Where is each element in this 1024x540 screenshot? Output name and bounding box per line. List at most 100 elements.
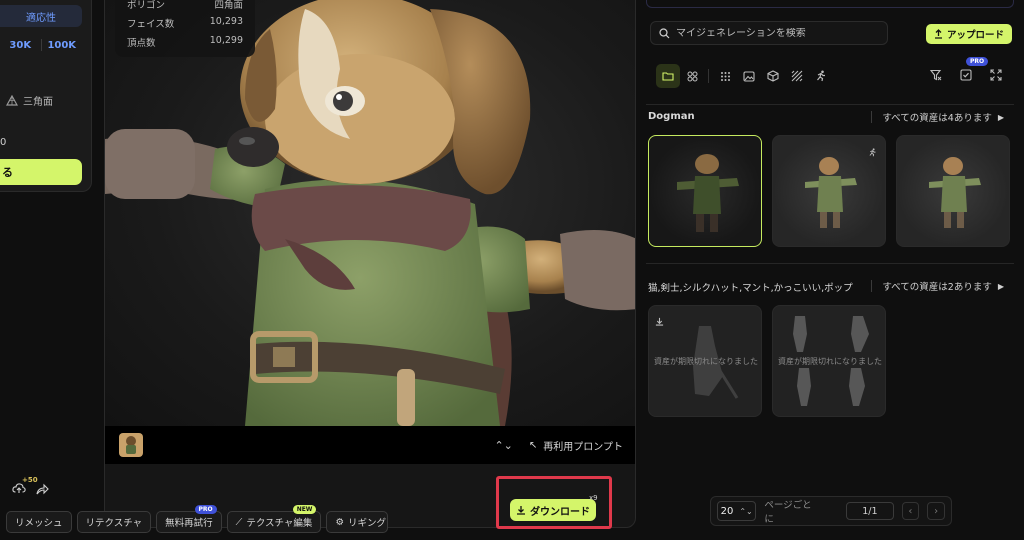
pro-badge: PRO [966,57,989,66]
top-banner-edge [646,0,1014,8]
dog-model-preview [929,157,981,228]
res-option-30k[interactable]: 30K [0,40,41,51]
triangle-option[interactable]: 三角面 [6,93,53,108]
filter-clear-icon [930,69,942,81]
next-page-button[interactable]: › [927,502,945,520]
texture-filter-button[interactable] [785,64,809,88]
credit-upload-button[interactable]: +50 [12,476,38,497]
cube-icon [767,70,779,82]
checkbox-icon [960,69,972,81]
download-icon [517,506,525,515]
upload-button[interactable]: アップロード [926,24,1012,44]
mesh-stats-panel: ポリゴン 四角面 フェイス数 10,293 頂点数 10,299 [115,0,255,57]
expired-message: 資産が期限切れになりました [778,357,882,366]
rigging-button[interactable]: ⚙ リギング [326,511,389,533]
model-actions-bar: リメッシュ リテクスチャ 無料再試行 PRO ⟋ テクスチャ編集 NEW ⚙ リ… [6,505,389,533]
expired-message: 資産が期限切れになりました [654,357,758,366]
filter-toolbar-right: PRO [924,57,1008,87]
3d-canvas[interactable]: ポリゴン 四角面 フェイス数 10,293 頂点数 10,299 [105,0,635,426]
dog-thumbnail-icon [126,436,136,454]
image-icon [743,70,755,82]
grid-icon [687,71,697,81]
see-all-link-dogman[interactable]: すべての資産は4あります ▶ [871,110,1004,124]
folder-view-button[interactable] [656,64,680,88]
section-title-dogman: Dogman [648,111,695,122]
grid-view-button[interactable] [680,64,704,88]
asset-card[interactable] [772,135,886,247]
stat-value: 四角面 [214,0,243,11]
count-value: 0 [0,137,7,148]
viewer-info-bar: ⌃⌄ ↖ 再利用プロンプト [105,426,635,464]
all-filter-button[interactable] [713,64,737,88]
model-thumbnail[interactable] [119,433,143,457]
expand-button[interactable] [984,63,1008,87]
remesh-button[interactable]: リメッシュ [6,511,72,533]
stat-label: ポリゴン [127,0,166,11]
rigging-label: リギング [347,518,386,529]
generate-button-label: る [2,166,13,179]
res-option-100k[interactable]: 100K [42,40,83,51]
prev-page-button[interactable]: ‹ [901,502,920,520]
generations-panel: アップロード [636,0,1024,540]
new-badge: NEW [292,505,317,514]
expired-asset-card[interactable]: 資産が期限切れになりました [648,305,762,417]
see-all-link-cat-swordsman[interactable]: すべての資産は2あります ▶ [871,279,1004,293]
reuse-prompt-button[interactable]: ↖ 再利用プロンプト [529,438,623,453]
animation-filter-button[interactable] [809,64,833,88]
search-box[interactable] [650,21,888,45]
see-all-label: すべての資産は2あります [882,282,992,293]
search-input[interactable] [676,27,876,39]
triangle-mesh-icon [6,94,18,106]
generation-settings-panel: 適応性 30K 100K 三角面 0 る [0,0,92,192]
expired-asset-card[interactable]: 資産が期限切れになりました [772,305,886,417]
adaptive-option[interactable]: 適応性 [0,5,82,27]
page-size-value: 20 [720,505,734,517]
per-page-label: ページごとに [764,500,812,525]
generate-button[interactable]: る [0,159,82,185]
stat-row-faces: フェイス数 10,293 [127,16,243,30]
running-figure-icon [817,70,825,82]
dog-model-preview [677,154,739,232]
free-retry-button[interactable]: 無料再試行 PRO [156,505,222,533]
resolution-options: 30K 100K [0,34,82,56]
filter-toolbar: PRO [656,57,1008,89]
upload-label: アップロード [946,30,1004,41]
section-title-cat-swordsman: 猫,剣士,シルクハット,マント,かっこいい,ポップ [648,283,853,294]
asset-card[interactable] [648,135,762,247]
upload-icon [934,29,942,39]
divider [871,280,873,292]
brush-icon: ⟋ [235,516,243,528]
folder-icon [662,72,674,81]
stat-row-polygon: ポリゴン 四角面 [127,0,243,11]
divider [871,111,873,123]
asset-card[interactable] [896,135,1010,247]
reuse-prompt-label: 再利用プロンプト [543,441,623,453]
image-filter-button[interactable] [737,64,761,88]
download-button[interactable]: ダウンロード [510,499,596,521]
divider [708,69,709,83]
clear-filter-button[interactable] [924,63,948,87]
retexture-button[interactable]: リテクスチャ [76,511,152,533]
chevron-left-icon: ‹ [908,505,913,517]
stat-row-vertices: 頂点数 10,299 [127,35,243,49]
viewer-quick-actions: +50 [12,476,49,499]
divider [646,104,1014,105]
rigging-icon: ⚙ [335,516,344,528]
texture-edit-button[interactable]: ⟋ テクスチャ編集 NEW [226,505,322,533]
page-size-select[interactable]: 20 ⌃⌄ [717,501,757,521]
arrow-up-left-icon: ↖ [528,439,538,451]
page-indicator[interactable]: 1/1 [846,502,894,520]
dogman-asset-list [648,135,1010,247]
app-root: 適応性 30K 100K 三角面 0 る ポリゴン 四角面 フェイス数 10,2… [0,0,1024,540]
stat-label: 頂点数 [127,38,156,49]
stat-value: 10,299 [209,35,243,46]
divider [646,263,1014,264]
chevron-updown-icon: ⌃⌄ [739,506,753,516]
model-filter-button[interactable] [761,64,785,88]
see-all-label: すべての資産は4あります [882,113,992,124]
select-mode-button[interactable]: PRO [954,57,989,87]
pro-badge: PRO [194,505,217,514]
triangle-label: 三角面 [23,97,53,108]
chevron-updown-icon[interactable]: ⌃⌄ [494,439,512,452]
free-retry-label: 無料再試行 [165,518,213,529]
